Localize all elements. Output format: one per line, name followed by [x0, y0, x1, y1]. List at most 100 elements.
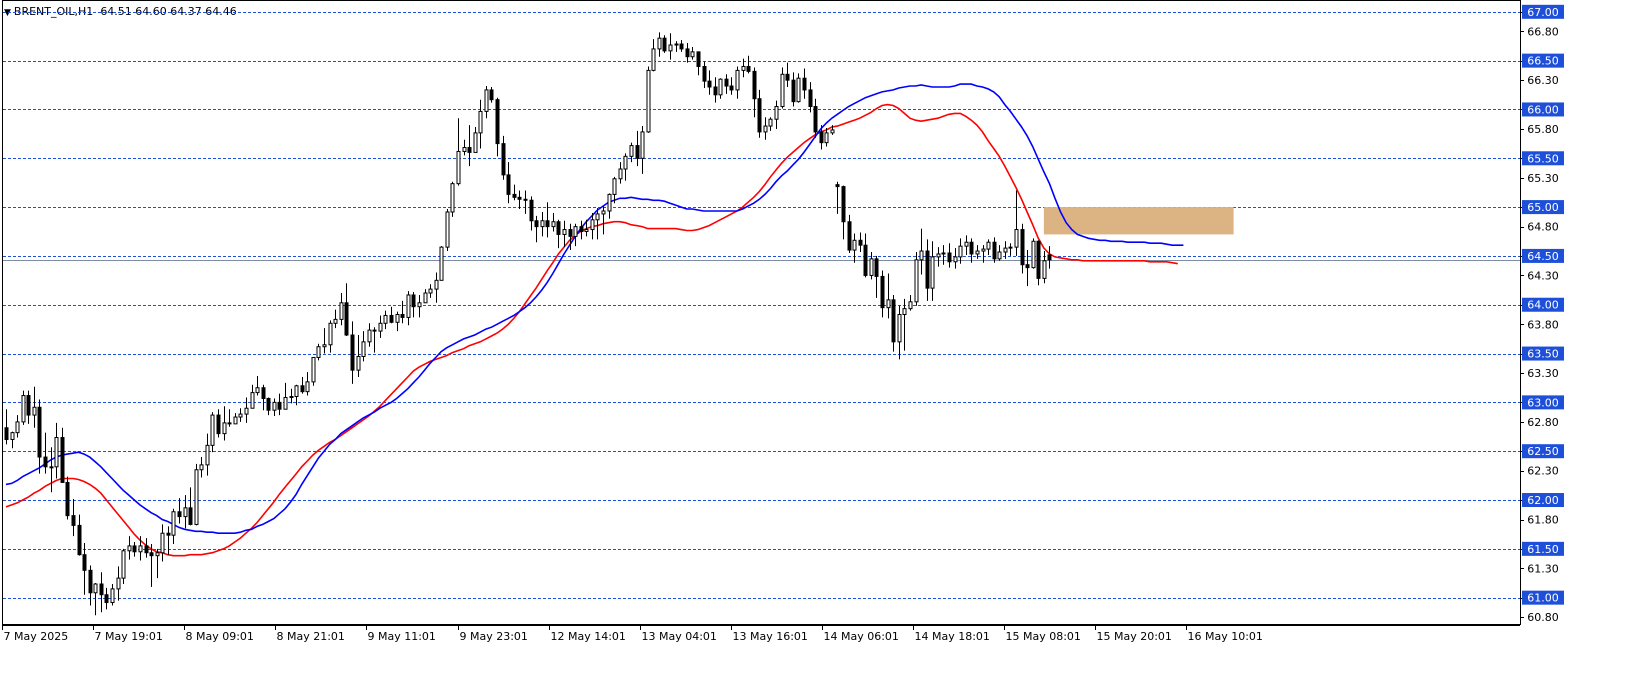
candle-body	[199, 464, 204, 471]
candle	[311, 356, 316, 386]
candle	[406, 291, 411, 326]
candle	[350, 321, 355, 384]
candle	[813, 98, 818, 138]
candle	[512, 184, 517, 201]
candle	[534, 215, 539, 243]
time-label: 14 May 06:01	[824, 630, 899, 643]
candle	[629, 142, 634, 163]
candle	[1014, 190, 1019, 256]
candle-body	[629, 145, 634, 157]
candle	[367, 323, 372, 347]
candle	[238, 408, 243, 422]
candle	[411, 292, 416, 318]
candle	[389, 306, 394, 324]
candle	[707, 70, 712, 95]
candle-body	[333, 318, 338, 324]
candle	[713, 77, 718, 103]
price-label: 60.80	[1527, 611, 1559, 624]
price-label: 64.00	[1527, 299, 1559, 312]
candle-body	[1025, 264, 1030, 269]
candle	[908, 294, 913, 311]
plot-border	[2, 0, 1521, 625]
candle-body	[847, 221, 852, 251]
candle	[37, 399, 42, 474]
candle	[964, 235, 969, 255]
candle-body	[824, 132, 829, 144]
candle-body	[568, 229, 573, 237]
candle-body	[110, 588, 115, 604]
candle	[255, 376, 260, 396]
candle	[166, 526, 171, 555]
candle-body	[244, 407, 249, 415]
candle-body	[969, 241, 974, 255]
candle	[724, 74, 729, 94]
candle-body	[523, 198, 528, 201]
candle	[941, 245, 946, 265]
candle	[93, 583, 98, 616]
price-axis[interactable]: 67.00 66.80 66.50 66.30 66.00 65.80 65.50 65.30…	[1520, 1, 1564, 625]
candle	[205, 433, 210, 476]
candle	[43, 432, 48, 474]
candle-body	[478, 110, 483, 134]
candle	[847, 214, 852, 253]
candle	[953, 248, 958, 269]
candle-body	[462, 147, 467, 152]
candle	[902, 298, 907, 351]
candle	[802, 68, 807, 99]
candle	[439, 246, 444, 281]
candle	[997, 245, 1002, 261]
candle	[356, 335, 361, 377]
candle	[10, 431, 15, 449]
candle-body	[104, 594, 109, 604]
candle-body	[506, 174, 511, 195]
price-label: 62.80	[1527, 416, 1559, 429]
candle	[618, 162, 623, 184]
candle-body	[445, 211, 450, 248]
candle-body	[277, 401, 282, 410]
candle-body	[484, 89, 489, 112]
candle	[155, 548, 160, 579]
time-label: 7 May 19:01	[95, 630, 163, 643]
candle	[456, 118, 461, 186]
candle	[690, 46, 695, 60]
candle-body	[495, 99, 500, 145]
candle-body	[852, 239, 857, 251]
candle-body	[361, 341, 366, 357]
candle	[305, 372, 310, 396]
candle-body	[389, 314, 394, 323]
candle	[791, 72, 796, 107]
candle-body	[863, 244, 868, 276]
candle-body	[1031, 240, 1036, 269]
chart-area[interactable]: ▼ BRENT_OIL,H1 64.51 64.60 64.37 64.46 67…	[0, 0, 1651, 682]
candle	[852, 233, 857, 263]
candle-body	[216, 414, 221, 435]
candle	[623, 153, 628, 181]
candle-body	[489, 89, 494, 101]
candle-body	[607, 193, 612, 212]
candle	[171, 508, 176, 544]
candle	[635, 130, 640, 167]
candle	[489, 86, 494, 103]
price-label: 62.50	[1527, 445, 1559, 458]
candle	[662, 35, 667, 53]
candle	[395, 311, 400, 332]
candle	[780, 67, 785, 109]
candle-body	[439, 246, 444, 281]
price-chart[interactable]: 67.00 66.80 66.50 66.30 66.00 65.80 65.50 65.30…	[0, 0, 1651, 682]
candle-body	[841, 186, 846, 223]
candle-body	[986, 241, 991, 250]
candle-body	[350, 334, 355, 371]
candle	[1047, 246, 1052, 269]
candle	[144, 538, 149, 558]
candle	[556, 219, 561, 249]
time-axis[interactable]: 7 May 2025 7 May 19:01 8 May 09:01 8 May 21…	[2, 625, 1520, 643]
candle	[473, 127, 478, 153]
time-label: 9 May 23:01	[460, 630, 528, 643]
candle-body	[144, 545, 149, 554]
candle	[1031, 238, 1036, 269]
candle-body	[690, 51, 695, 58]
candle	[462, 139, 467, 156]
chart-frame	[2, 0, 1521, 625]
candle-body	[71, 515, 76, 526]
candle-body	[183, 507, 188, 518]
